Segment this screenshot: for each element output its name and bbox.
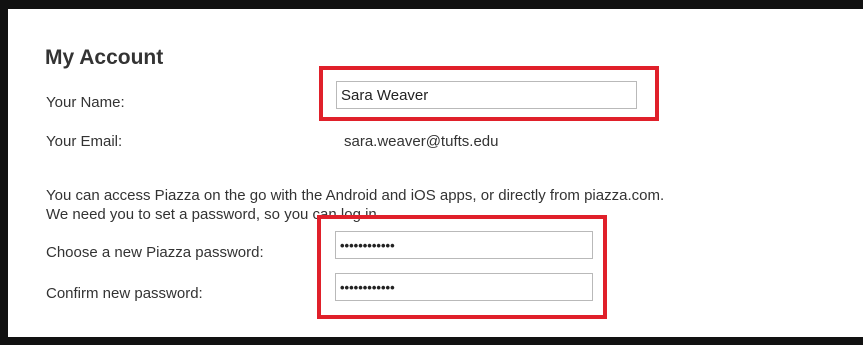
account-panel: My Account Your Name: Your Email: sara.w… — [0, 0, 863, 345]
page-title: My Account — [45, 46, 164, 69]
new-password-label: Choose a new Piazza password: — [46, 244, 264, 261]
new-password-field[interactable] — [335, 231, 593, 259]
info-line-2: We need you to set a password, so you ca… — [46, 206, 381, 223]
confirm-password-label: Confirm new password: — [46, 285, 203, 302]
info-line-1: You can access Piazza on the go with the… — [46, 187, 665, 204]
confirm-password-field[interactable] — [335, 273, 593, 301]
email-value: sara.weaver@tufts.edu — [344, 133, 499, 150]
info-text: You can access Piazza on the go with the… — [46, 186, 861, 224]
name-field[interactable] — [336, 81, 637, 109]
name-label: Your Name: — [46, 94, 125, 111]
email-label: Your Email: — [46, 133, 123, 150]
